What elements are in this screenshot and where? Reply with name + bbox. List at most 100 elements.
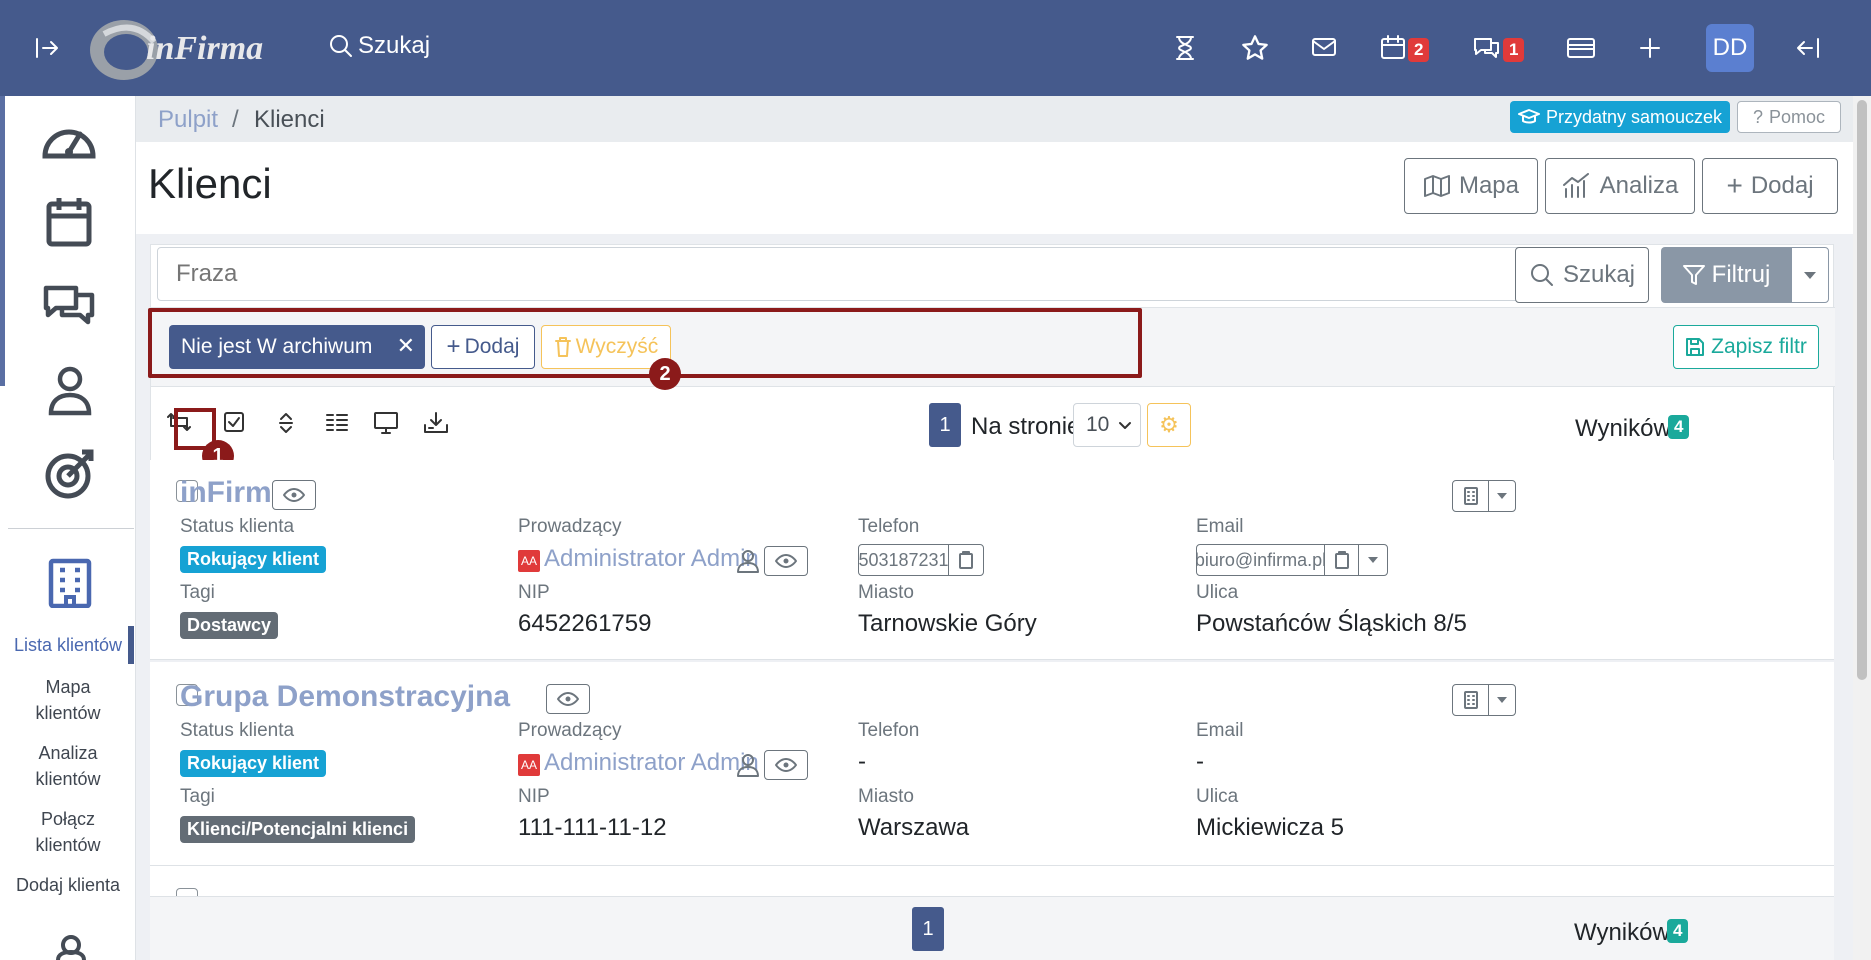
- chevron-down-icon: [1119, 422, 1131, 429]
- email-value[interactable]: biuro@infirma.pl: [1195, 545, 1326, 575]
- phone-label: Telefon: [858, 720, 920, 741]
- user-icon[interactable]: [56, 934, 86, 960]
- mail-icon[interactable]: [1311, 36, 1337, 58]
- owner-label: Prowadzący: [518, 516, 622, 537]
- chat-icon[interactable]: [1472, 35, 1502, 61]
- nip-label: NIP: [518, 582, 550, 603]
- filter-label: Filtruj: [1711, 261, 1771, 288]
- building-icon[interactable]: [1453, 481, 1489, 511]
- bottom-results-label: Wyników:: [1574, 919, 1677, 946]
- owner-link[interactable]: Administrator Admin: [544, 749, 759, 777]
- user-icon[interactable]: [736, 548, 760, 574]
- top-navbar: inFirma Szukaj 2 1 DD: [0, 0, 1871, 96]
- page-scrollbar-thumb[interactable]: [1857, 100, 1867, 680]
- current-page-button[interactable]: 1: [929, 403, 961, 447]
- calendar-icon[interactable]: [1380, 34, 1406, 60]
- tutorial-label: Przydatny samouczek: [1545, 106, 1723, 127]
- city-value: Warszawa: [858, 814, 970, 841]
- sidebar-item-merge-clients[interactable]: Połącz klientów: [0, 806, 136, 858]
- chat-icon[interactable]: [42, 282, 98, 328]
- caret-down-icon[interactable]: [1489, 481, 1515, 511]
- sort-icon[interactable]: [277, 411, 295, 435]
- street-value: Mickiewicza 5: [1196, 814, 1345, 841]
- list-settings-button[interactable]: ⚙: [1147, 403, 1191, 447]
- preview-client-button[interactable]: [546, 684, 590, 714]
- preview-owner-button[interactable]: [764, 546, 808, 576]
- email-field[interactable]: biuro@infirma.pl: [1195, 544, 1388, 576]
- eye-icon: [283, 488, 305, 502]
- client-actions-button[interactable]: [1452, 480, 1516, 512]
- search-submit-button[interactable]: Szukaj: [1515, 247, 1649, 303]
- dashboard-icon[interactable]: [40, 116, 98, 164]
- client-name-link[interactable]: Grupa Demonstracyjna: [180, 680, 510, 714]
- annotation-box-filters: [148, 308, 1142, 378]
- client-checkbox[interactable]: [176, 888, 198, 896]
- export-icon[interactable]: [423, 411, 449, 435]
- chart-icon: [1562, 173, 1589, 198]
- add-client-button[interactable]: + Dodaj: [1702, 158, 1838, 214]
- nip-label: NIP: [518, 786, 550, 807]
- preview-owner-button[interactable]: [764, 750, 808, 780]
- sidebar-toggle-icon[interactable]: [34, 36, 60, 60]
- columns-icon[interactable]: [325, 413, 349, 433]
- filter-button[interactable]: Filtruj: [1661, 247, 1791, 303]
- graduation-cap-icon: [1517, 109, 1540, 124]
- select-all-icon[interactable]: [223, 411, 245, 433]
- logout-icon[interactable]: [1795, 36, 1821, 60]
- phone-field[interactable]: 503187231: [858, 544, 984, 576]
- calendar-icon[interactable]: [46, 196, 92, 248]
- filter-icon: [1682, 265, 1705, 285]
- save-filter-button[interactable]: Zapisz filtr: [1673, 325, 1819, 369]
- breadcrumb-home-link[interactable]: Pulpit: [158, 106, 218, 134]
- sidebar-scroll-indicator: [0, 96, 5, 386]
- search-button[interactable]: Szukaj: [328, 32, 430, 60]
- sidebar-item-client-analysis[interactable]: Analiza klientów: [0, 740, 136, 792]
- sidebar-item-client-map[interactable]: Mapa klientów: [0, 674, 136, 726]
- city-label: Miasto: [858, 786, 914, 807]
- building-icon[interactable]: [1453, 685, 1489, 715]
- copy-phone-icon[interactable]: [949, 545, 983, 575]
- phone-value[interactable]: 503187231: [858, 545, 949, 575]
- caret-down-icon[interactable]: [1489, 685, 1515, 715]
- page-title: Klienci: [148, 160, 272, 207]
- client-card: Grupa Demonstracyjna Status klienta Roku…: [150, 662, 1834, 866]
- question-icon: ?: [1752, 106, 1763, 127]
- target-icon[interactable]: [44, 448, 96, 500]
- add-icon[interactable]: [1638, 36, 1662, 60]
- phrase-input[interactable]: [157, 247, 1521, 301]
- hourglass-icon[interactable]: [1174, 35, 1196, 61]
- copy-email-icon[interactable]: [1325, 545, 1359, 575]
- monitor-icon[interactable]: [373, 411, 399, 435]
- status-label: Status klienta: [180, 720, 295, 741]
- credit-card-icon[interactable]: [1566, 36, 1596, 60]
- street-label: Ulica: [1196, 786, 1239, 807]
- breadcrumb-current: Klienci: [254, 106, 325, 133]
- tag-badge: Klienci/Potencjalni klienci: [180, 816, 416, 843]
- sidebar-item-client-list[interactable]: Lista klientów: [0, 632, 136, 658]
- help-button[interactable]: ? Pomoc: [1737, 101, 1841, 133]
- per-page-select[interactable]: 10: [1073, 403, 1141, 447]
- email-dropdown-caret-icon[interactable]: [1359, 545, 1387, 575]
- tutorial-button[interactable]: Przydatny samouczek: [1510, 101, 1730, 133]
- preview-client-button[interactable]: [272, 480, 316, 510]
- page-scrollbar[interactable]: [1853, 96, 1871, 960]
- bottom-results-count-badge: 4: [1667, 919, 1689, 943]
- owner-link[interactable]: Administrator Admin: [544, 545, 759, 573]
- user-initials: DD: [1712, 34, 1748, 61]
- user-avatar[interactable]: DD: [1706, 24, 1754, 72]
- user-icon[interactable]: [48, 366, 92, 416]
- app-logo[interactable]: inFirma: [84, 12, 284, 84]
- chat-badge: 1: [1503, 38, 1525, 62]
- client-actions-button[interactable]: [1452, 684, 1516, 716]
- sidebar-item-add-client[interactable]: Dodaj klienta: [0, 872, 136, 898]
- tags-label: Tagi: [180, 786, 215, 807]
- main-content: Pulpit / Klienci Przydatny samouczek ? P…: [136, 96, 1871, 960]
- bottom-current-page-button[interactable]: 1: [912, 907, 944, 951]
- map-button[interactable]: Mapa: [1404, 158, 1538, 214]
- analysis-button[interactable]: Analiza: [1545, 158, 1695, 214]
- building-icon[interactable]: [48, 558, 92, 608]
- help-label: Pomoc: [1768, 106, 1826, 127]
- filter-dropdown-toggle[interactable]: [1791, 247, 1829, 303]
- user-icon[interactable]: [736, 752, 760, 778]
- star-icon[interactable]: [1241, 34, 1269, 62]
